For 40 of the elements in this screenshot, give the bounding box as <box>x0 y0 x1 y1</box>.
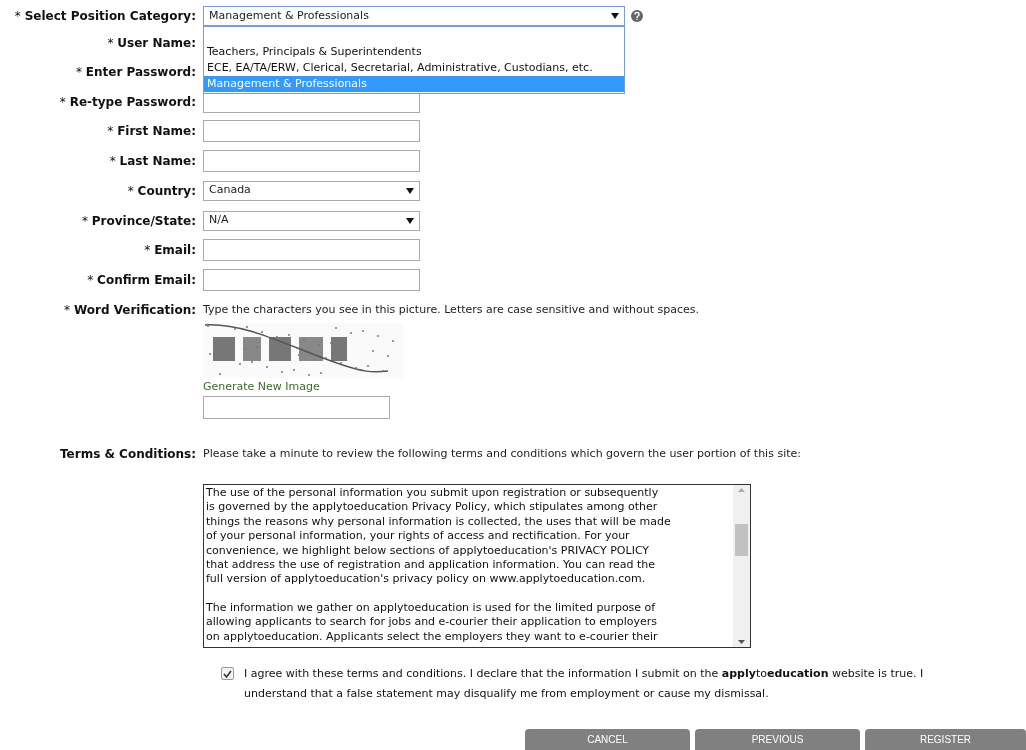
field-label: *Word Verification: <box>63 301 196 319</box>
field-label: *Last Name: <box>108 152 196 170</box>
scrollbar[interactable] <box>733 485 750 647</box>
caret-icon <box>406 187 414 194</box>
scrollbar-thumb[interactable] <box>735 524 748 556</box>
field-label: Terms & Conditions: <box>59 445 196 463</box>
captcha-input-field[interactable] <box>203 395 390 419</box>
select-field[interactable]: Management & Professionals <box>203 6 625 26</box>
select-field[interactable]: Canada <box>203 180 420 201</box>
form-button[interactable]: CANCEL <box>525 729 690 750</box>
help-icon[interactable] <box>631 10 643 22</box>
field-label: *First Name: <box>106 123 196 141</box>
terms-paragraph: The information we gather on applytoeducation is used for the limited purpose of allowing applicants to search for jobs and e-courier their application to employers on applytoeducation. Applicants select the employers they want to e-courier their <box>206 600 659 645</box>
field-label: *User Name: <box>106 34 196 52</box>
field-label: *Confirm Email: <box>86 271 196 289</box>
field-label: *Province/State: <box>80 212 196 230</box>
caret-icon <box>611 13 619 19</box>
scroll-down-arrow-icon[interactable] <box>738 640 745 644</box>
checkbox[interactable] <box>221 667 234 680</box>
terms-intro: Please take a minute to review the following terms and conditions which govern the user portion of this site: <box>203 445 801 462</box>
dropdown-option[interactable]: Teachers, Principals & Superintendents <box>204 44 624 60</box>
input-field[interactable] <box>203 239 420 262</box>
form-button[interactable]: REGISTER <box>865 729 1026 750</box>
field-label: *Country: <box>126 182 196 200</box>
field-label: *Enter Password: <box>74 64 196 82</box>
agreement-text: I agree with these terms and conditions. I declare that the information I submit on the applytoeducation website is true. I understand that a false statement may disqualify me from employment or cause my dismissal. <box>244 666 925 702</box>
field-label: *Select Position Category: <box>13 8 196 25</box>
terms-paragraph: The use of the personal information you submit upon registration or subsequently is governed by the applytoeducation Privacy Policy, which stipulates among other things the reasons why personal information is collected, the uses that will be made of your personal information, your rights of access and rectification. For your convenience, we highlight below sections of applytoeducation's PRIVACY POLICY that address the use of registration and application information. You can read the full version of applytoeducation's privacy policy on www.applytoeducation.com. <box>206 486 672 587</box>
field-label: *Re-type Password: <box>58 93 196 111</box>
caret-icon <box>406 217 414 224</box>
input-field[interactable] <box>203 268 420 291</box>
dropdown-option[interactable]: ECE, EA/TA/ERW, Clerical, Secretarial, Administrative, Custodians, etc. <box>204 60 624 76</box>
form-button[interactable]: PREVIOUS <box>695 729 860 750</box>
input-field[interactable] <box>203 149 420 172</box>
input-field[interactable] <box>203 120 420 143</box>
field-label: *Email: <box>143 242 196 260</box>
select-field[interactable]: N/A <box>203 210 420 231</box>
instruction-text: Type the characters you see in this picture. Letters are case sensitive and without spaces. <box>203 301 700 318</box>
scroll-up-arrow-icon[interactable] <box>738 488 745 492</box>
generate-image-link[interactable]: Generate New Image <box>203 379 320 396</box>
